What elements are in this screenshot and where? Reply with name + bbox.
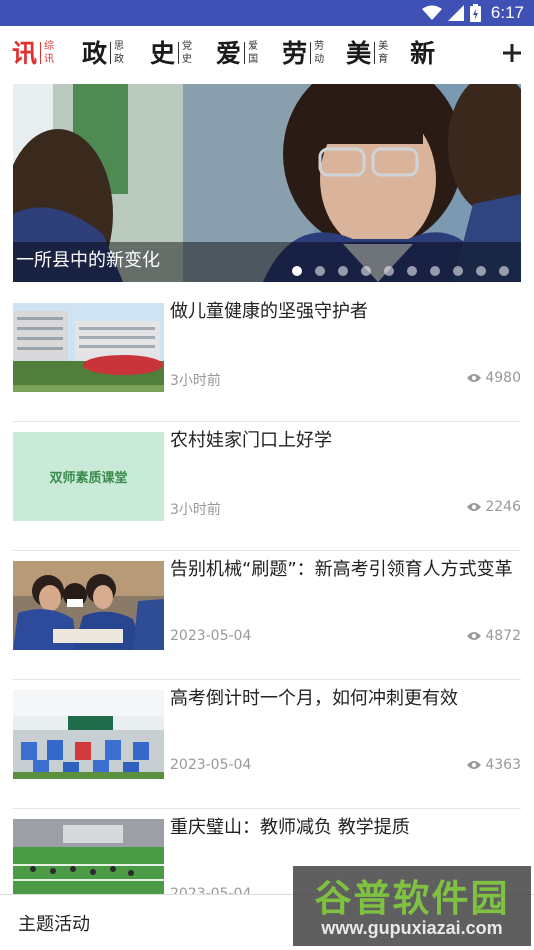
tab-main-label: 爱: [216, 38, 242, 68]
theme-activity-button[interactable]: 主题活动: [18, 910, 90, 936]
news-item[interactable]: 做儿童健康的坚强守护者 3小时前 4980: [13, 293, 521, 422]
news-item[interactable]: 双师素质课堂 农村娃家门口上好学 3小时前 2246: [13, 422, 521, 551]
banner-caption: 一所县中的新变化: [16, 250, 160, 271]
watermark: 谷普软件园 www.gupuxiazai.com: [293, 866, 531, 946]
tab-divider: [310, 42, 312, 64]
tab-laodong[interactable]: 劳 劳动: [260, 26, 326, 80]
status-bar: 6:17: [0, 0, 534, 26]
view-count: 4872: [485, 628, 521, 644]
tab-divider: [110, 42, 112, 64]
page-dot[interactable]: [407, 266, 417, 276]
tab-sub-label: 思政: [114, 41, 125, 65]
page-dot[interactable]: [430, 266, 440, 276]
news-title: 做儿童健康的坚强守护者: [170, 301, 368, 322]
tab-main-label: 新: [410, 38, 436, 68]
plus-icon: [503, 44, 521, 62]
eye-icon: [467, 761, 482, 769]
channel-tab-bar: 讯 综讯 政 思政 史 党史 爱 爱国 劳 劳动 美 美育 新: [0, 26, 534, 80]
page-dot[interactable]: [292, 266, 302, 276]
tab-sub-label: 党史: [182, 41, 193, 65]
news-thumbnail: [13, 690, 164, 779]
news-item[interactable]: 告别机械“刷题”：新高考引领育人方式变革 2023-05-04 4872: [13, 551, 521, 680]
eye-icon: [467, 374, 482, 382]
signal-icon: [447, 5, 464, 21]
news-thumbnail: [13, 561, 164, 650]
news-views: 4363: [467, 757, 521, 773]
page-dot[interactable]: [499, 266, 509, 276]
tab-zongxun[interactable]: 讯 综讯: [0, 26, 56, 80]
news-time: 3小时前: [170, 373, 221, 389]
tab-divider: [374, 42, 376, 64]
battery-icon: [469, 4, 481, 22]
wifi-icon: [421, 5, 442, 20]
news-title: 重庆璧山：教师减负 教学提质: [170, 817, 410, 838]
tab-main-label: 政: [82, 38, 108, 68]
news-time: 2023-05-04: [170, 628, 252, 644]
eye-icon: [467, 632, 482, 640]
tab-sub-label: 综讯: [44, 41, 55, 65]
news-time: 3小时前: [170, 502, 221, 518]
tab-sizheng[interactable]: 政 思政: [56, 26, 126, 80]
banner-page-indicator: [292, 266, 509, 276]
news-thumbnail: 双师素质课堂: [13, 432, 164, 521]
tab-dangshi[interactable]: 史 党史: [126, 26, 194, 80]
news-time: 2023-05-04: [170, 757, 252, 773]
news-views: 2246: [467, 499, 521, 515]
page-dot[interactable]: [315, 266, 325, 276]
news-thumbnail: [13, 303, 164, 392]
tab-main-label: 讯: [12, 38, 38, 68]
eye-icon: [467, 503, 482, 511]
watermark-name: 谷普软件园: [314, 877, 510, 920]
news-list: 做儿童健康的坚强守护者 3小时前 4980 双师素质课堂 农村娃家门口上好学 3…: [13, 293, 521, 938]
watermark-url: www.gupuxiazai.com: [321, 918, 503, 938]
tab-sub-label: 爱国: [248, 41, 259, 65]
tab-main-label: 美: [346, 38, 372, 68]
page-dot[interactable]: [384, 266, 394, 276]
view-count: 4980: [485, 370, 521, 386]
view-count: 2246: [485, 499, 521, 515]
tab-main-label: 史: [150, 38, 176, 68]
page-dot[interactable]: [338, 266, 348, 276]
tab-xin[interactable]: 新: [390, 26, 435, 80]
tab-divider: [40, 42, 42, 64]
page-dot[interactable]: [476, 266, 486, 276]
view-count: 4363: [485, 757, 521, 773]
page-dot[interactable]: [361, 266, 371, 276]
banner-carousel[interactable]: 一所县中的新变化: [13, 84, 521, 282]
tab-divider: [178, 42, 180, 64]
tab-aiguo[interactable]: 爱 爱国: [194, 26, 260, 80]
tab-sub-label: 劳动: [314, 41, 325, 65]
add-channel-button[interactable]: [490, 26, 534, 80]
news-title: 告别机械“刷题”：新高考引领育人方式变革: [170, 559, 513, 580]
news-title: 高考倒计时一个月，如何冲刺更有效: [170, 688, 458, 709]
news-item[interactable]: 高考倒计时一个月，如何冲刺更有效 2023-05-04 4363: [13, 680, 521, 809]
news-views: 4980: [467, 370, 521, 386]
tab-divider: [244, 42, 246, 64]
news-title: 农村娃家门口上好学: [170, 430, 332, 451]
status-icons: 6:17: [421, 0, 524, 26]
page-dot[interactable]: [453, 266, 463, 276]
tab-meiyu[interactable]: 美 美育: [326, 26, 390, 80]
news-views: 4872: [467, 628, 521, 644]
tab-sub-label: 美育: [378, 41, 389, 65]
thumbnail-text: 双师素质课堂: [49, 471, 128, 486]
status-time: 6:17: [490, 3, 524, 22]
tab-main-label: 劳: [282, 38, 308, 68]
